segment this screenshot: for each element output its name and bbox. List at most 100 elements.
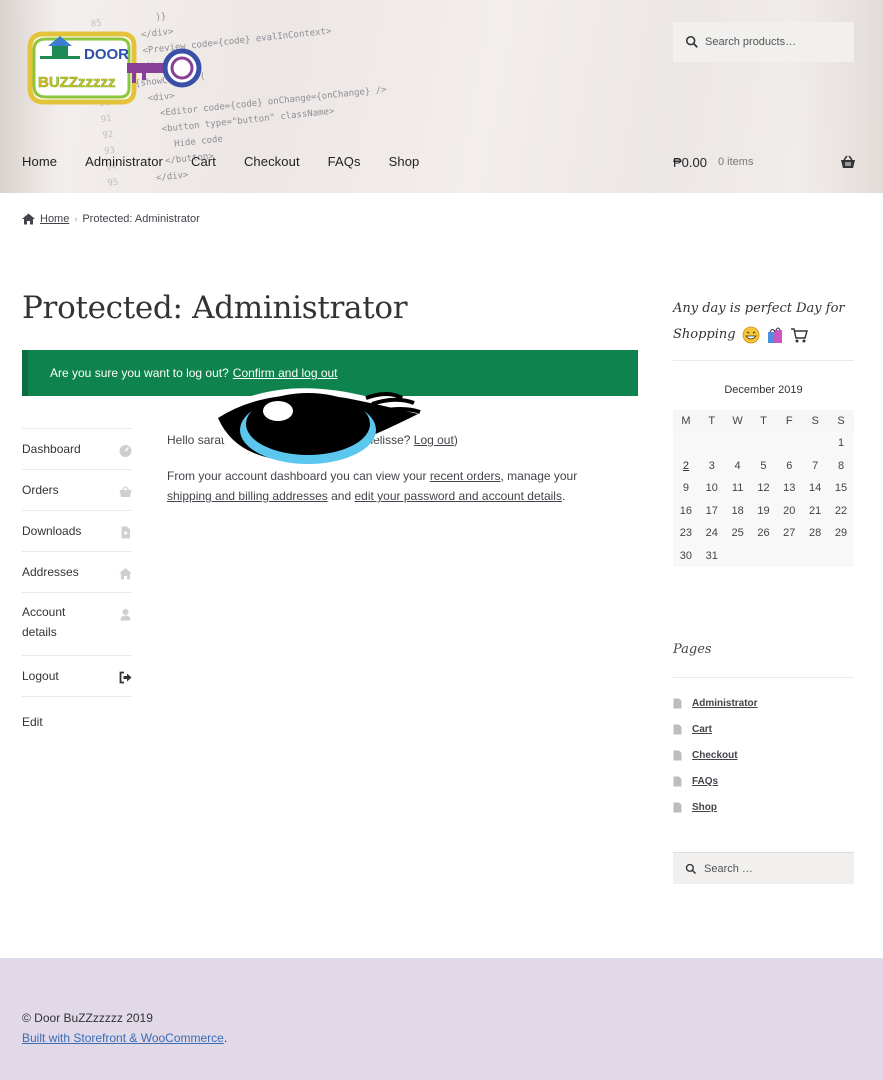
calendar-day-header: S bbox=[802, 410, 829, 432]
primary-nav: Home Administrator Cart Checkout FAQs Sh… bbox=[22, 154, 447, 172]
calendar-day bbox=[724, 432, 751, 455]
account-nav-logout[interactable]: Logout bbox=[22, 655, 132, 697]
svg-text:BUZZzzzzz: BUZZzzzzz bbox=[38, 74, 116, 91]
svg-text:DOOR: DOOR bbox=[84, 46, 129, 63]
sidebar-search-input[interactable]: Search … bbox=[673, 852, 854, 884]
nav-cart[interactable]: Cart bbox=[191, 154, 216, 172]
calendar-day: 22 bbox=[828, 499, 854, 522]
calendar-day bbox=[724, 544, 751, 567]
sign-out-icon bbox=[119, 671, 132, 684]
calendar-day: 18 bbox=[724, 499, 751, 522]
search-icon bbox=[685, 35, 698, 48]
calendar-day: 19 bbox=[750, 499, 777, 522]
page-title: Protected: Administrator bbox=[22, 290, 408, 326]
pages-list: Administrator Cart Checkout FAQs Shop bbox=[673, 690, 758, 820]
calendar-day: 13 bbox=[776, 477, 803, 500]
calendar-day: 17 bbox=[698, 499, 725, 522]
nav-home[interactable]: Home bbox=[22, 154, 57, 172]
account-nav-addresses[interactable]: Addresses bbox=[22, 551, 132, 592]
file-icon bbox=[121, 526, 130, 539]
account-nav-orders[interactable]: Orders bbox=[22, 469, 132, 510]
account-details-link[interactable]: edit your password and account details bbox=[355, 489, 562, 503]
calendar-day: 12 bbox=[750, 477, 777, 500]
built-with-link[interactable]: Built with Storefront & WooCommerce bbox=[22, 1031, 224, 1045]
page-link-checkout[interactable]: Checkout bbox=[692, 750, 738, 761]
calendar-day bbox=[776, 544, 803, 567]
page-link-shop[interactable]: Shop bbox=[692, 802, 717, 813]
calendar-day: 6 bbox=[776, 454, 803, 477]
product-search-input[interactable]: Search products… bbox=[673, 22, 854, 62]
dashboard-description: From your account dashboard you can view… bbox=[167, 466, 607, 506]
calendar-day bbox=[750, 432, 777, 455]
sidebar-divider bbox=[673, 360, 854, 361]
calendar-day-header: M bbox=[673, 410, 699, 432]
sidebar-tagline: Any day is perfect Day for Shopping bbox=[673, 296, 857, 348]
cart-item-count[interactable]: 0 items bbox=[718, 156, 753, 168]
calendar-day-header: S bbox=[828, 410, 854, 432]
site-header: 85 )} 86 </div> 87 <Preview code={code} … bbox=[0, 0, 883, 193]
nav-checkout[interactable]: Checkout bbox=[244, 154, 300, 172]
addresses-link[interactable]: shipping and billing addresses bbox=[167, 489, 328, 503]
house-icon bbox=[119, 568, 132, 580]
calendar-day-header: T bbox=[698, 410, 725, 432]
desc-text-4: . bbox=[561, 489, 566, 503]
document-icon bbox=[673, 698, 682, 708]
site-logo[interactable]: DOOR BUZZzzzzz bbox=[22, 28, 204, 108]
shopping-bags-icon bbox=[767, 327, 782, 343]
calendar-day: 28 bbox=[802, 522, 829, 545]
calendar-day bbox=[750, 544, 777, 567]
calendar-day: 25 bbox=[724, 522, 751, 545]
calendar-day-link[interactable]: 2 bbox=[673, 454, 699, 477]
pages-list-item: Shop bbox=[673, 794, 758, 820]
calendar-day: 11 bbox=[724, 477, 751, 500]
cart-amount[interactable]: ₱0.00 bbox=[673, 155, 707, 170]
calendar-day: 3 bbox=[698, 454, 725, 477]
calendar-day: 31 bbox=[698, 544, 725, 567]
footer-copyright: © Door BuZZzzzzz 2019 bbox=[22, 1011, 153, 1025]
account-nav-edit[interactable]: Edit bbox=[22, 697, 132, 742]
grinning-face-icon bbox=[742, 326, 760, 343]
calendar-day bbox=[698, 432, 725, 455]
calendar-day bbox=[776, 432, 803, 455]
breadcrumb-current: Protected: Administrator bbox=[82, 213, 200, 225]
page-link-administrator[interactable]: Administrator bbox=[692, 698, 758, 709]
nav-shop[interactable]: Shop bbox=[389, 154, 420, 172]
hello-suffix: ) bbox=[453, 433, 458, 447]
page-link-faqs[interactable]: FAQs bbox=[692, 776, 718, 787]
document-icon bbox=[673, 750, 682, 760]
account-nav-downloads[interactable]: Downloads bbox=[22, 510, 132, 551]
calendar-day: 9 bbox=[673, 477, 699, 500]
calendar-day: 30 bbox=[673, 544, 699, 567]
calendar-day-header: T bbox=[750, 410, 777, 432]
calendar-day: 23 bbox=[673, 522, 699, 545]
account-nav-label: Dashboard bbox=[22, 442, 81, 456]
account-nav-account-details[interactable]: Account details bbox=[22, 592, 132, 655]
account-nav-dashboard[interactable]: Dashboard bbox=[22, 428, 132, 469]
cart-basket-icon[interactable] bbox=[840, 155, 856, 169]
hello-prefix: Hello bbox=[167, 433, 195, 447]
document-icon bbox=[673, 724, 682, 734]
calendar-day: 24 bbox=[698, 522, 725, 545]
sidebar-search-placeholder: Search … bbox=[704, 862, 753, 875]
calendar-day: 1 bbox=[828, 432, 854, 455]
breadcrumb: Home › Protected: Administrator bbox=[22, 213, 200, 225]
breadcrumb-home-link[interactable]: Home bbox=[40, 213, 69, 225]
nav-administrator[interactable]: Administrator bbox=[85, 154, 163, 172]
calendar-day bbox=[802, 544, 829, 567]
search-icon bbox=[685, 863, 697, 874]
desc-text-3: and bbox=[331, 489, 352, 503]
calendar-day: 4 bbox=[724, 454, 751, 477]
page-link-cart[interactable]: Cart bbox=[692, 724, 712, 735]
recent-orders-link[interactable]: recent orders bbox=[430, 469, 501, 483]
sidebar-divider bbox=[673, 677, 854, 678]
calendar-day: 8 bbox=[828, 454, 854, 477]
footer-credit-suffix: . bbox=[223, 1031, 228, 1045]
calendar-day bbox=[828, 544, 854, 567]
user-icon bbox=[120, 609, 131, 621]
shopping-cart-icon bbox=[791, 327, 808, 342]
pages-list-item: Cart bbox=[673, 716, 758, 742]
account-nav-label: Account details bbox=[22, 605, 66, 639]
product-search-placeholder: Search products… bbox=[705, 36, 797, 48]
footer-credit: Built with Storefront & WooCommerce. bbox=[22, 1031, 227, 1045]
nav-faqs[interactable]: FAQs bbox=[328, 154, 361, 172]
